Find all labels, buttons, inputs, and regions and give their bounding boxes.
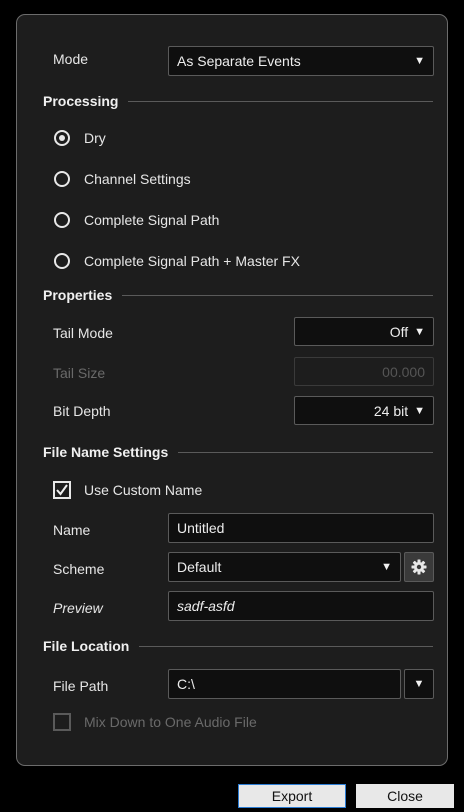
checkmark-icon bbox=[56, 484, 68, 496]
preview-field: sadf-asfd bbox=[168, 591, 434, 621]
mode-dropdown[interactable]: As Separate Events ▼ bbox=[168, 46, 434, 76]
name-label: Name bbox=[53, 522, 91, 538]
file-path-dropdown-button[interactable]: ▼ bbox=[404, 669, 434, 699]
use-custom-name-checkbox[interactable] bbox=[53, 481, 71, 499]
mode-label: Mode bbox=[53, 51, 89, 67]
file-location-section-header: File Location bbox=[43, 637, 433, 655]
chevron-down-icon: ▼ bbox=[414, 55, 425, 67]
mode-value: As Separate Events bbox=[177, 53, 301, 69]
chevron-down-icon: ▼ bbox=[413, 678, 425, 690]
use-custom-name-label[interactable]: Use Custom Name bbox=[84, 482, 202, 498]
mix-down-label: Mix Down to One Audio File bbox=[84, 714, 257, 730]
mix-down-checkbox bbox=[53, 713, 71, 731]
properties-section-header: Properties bbox=[43, 286, 433, 304]
chevron-down-icon: ▼ bbox=[381, 561, 392, 573]
chevron-down-icon: ▼ bbox=[414, 325, 425, 338]
file-path-label: File Path bbox=[53, 678, 109, 694]
file-location-title: File Location bbox=[43, 638, 130, 654]
section-divider bbox=[139, 645, 433, 647]
tail-size-field: 00.000 bbox=[294, 357, 434, 386]
export-dialog-panel: Mode As Separate Events ▼ Processing Dry… bbox=[16, 14, 448, 766]
processing-section-header: Processing bbox=[43, 92, 433, 110]
tail-size-label: Tail Size bbox=[53, 365, 106, 381]
tail-mode-label: Tail Mode bbox=[53, 325, 113, 341]
radio-dry[interactable] bbox=[54, 130, 70, 146]
bit-depth-label: Bit Depth bbox=[53, 403, 111, 419]
bit-depth-value: 24 bit bbox=[373, 402, 409, 419]
bit-depth-dropdown[interactable]: 24 bit ▼ bbox=[294, 396, 434, 425]
scheme-label: Scheme bbox=[53, 561, 105, 577]
close-button[interactable]: Close bbox=[356, 784, 454, 808]
radio-complete-signal-path-label[interactable]: Complete Signal Path bbox=[84, 212, 219, 228]
file-name-settings-section-header: File Name Settings bbox=[43, 443, 433, 461]
preview-label: Preview bbox=[53, 600, 103, 616]
radio-complete-signal-path-master-fx[interactable] bbox=[54, 253, 70, 269]
radio-channel-settings[interactable] bbox=[54, 171, 70, 187]
section-divider bbox=[128, 100, 433, 102]
radio-complete-signal-path[interactable] bbox=[54, 212, 70, 228]
scheme-dropdown[interactable]: Default ▼ bbox=[168, 552, 401, 582]
name-input[interactable]: Untitled bbox=[168, 513, 434, 543]
export-button[interactable]: Export bbox=[238, 784, 346, 808]
radio-selected-dot bbox=[59, 135, 65, 141]
tail-mode-dropdown[interactable]: Off ▼ bbox=[294, 317, 434, 346]
scheme-value: Default bbox=[177, 559, 222, 575]
radio-dry-label[interactable]: Dry bbox=[84, 130, 106, 146]
scheme-settings-button[interactable] bbox=[404, 552, 434, 582]
processing-title: Processing bbox=[43, 93, 119, 109]
radio-channel-settings-label[interactable]: Channel Settings bbox=[84, 171, 191, 187]
chevron-down-icon: ▼ bbox=[414, 404, 425, 417]
tail-mode-value: Off bbox=[389, 323, 409, 340]
gear-icon bbox=[411, 559, 427, 575]
section-divider bbox=[122, 294, 433, 296]
properties-title: Properties bbox=[43, 287, 113, 303]
radio-complete-signal-path-master-fx-label[interactable]: Complete Signal Path + Master FX bbox=[84, 253, 300, 269]
section-divider bbox=[178, 451, 433, 453]
file-name-settings-title: File Name Settings bbox=[43, 444, 169, 460]
file-path-input[interactable]: C:\ bbox=[168, 669, 401, 699]
